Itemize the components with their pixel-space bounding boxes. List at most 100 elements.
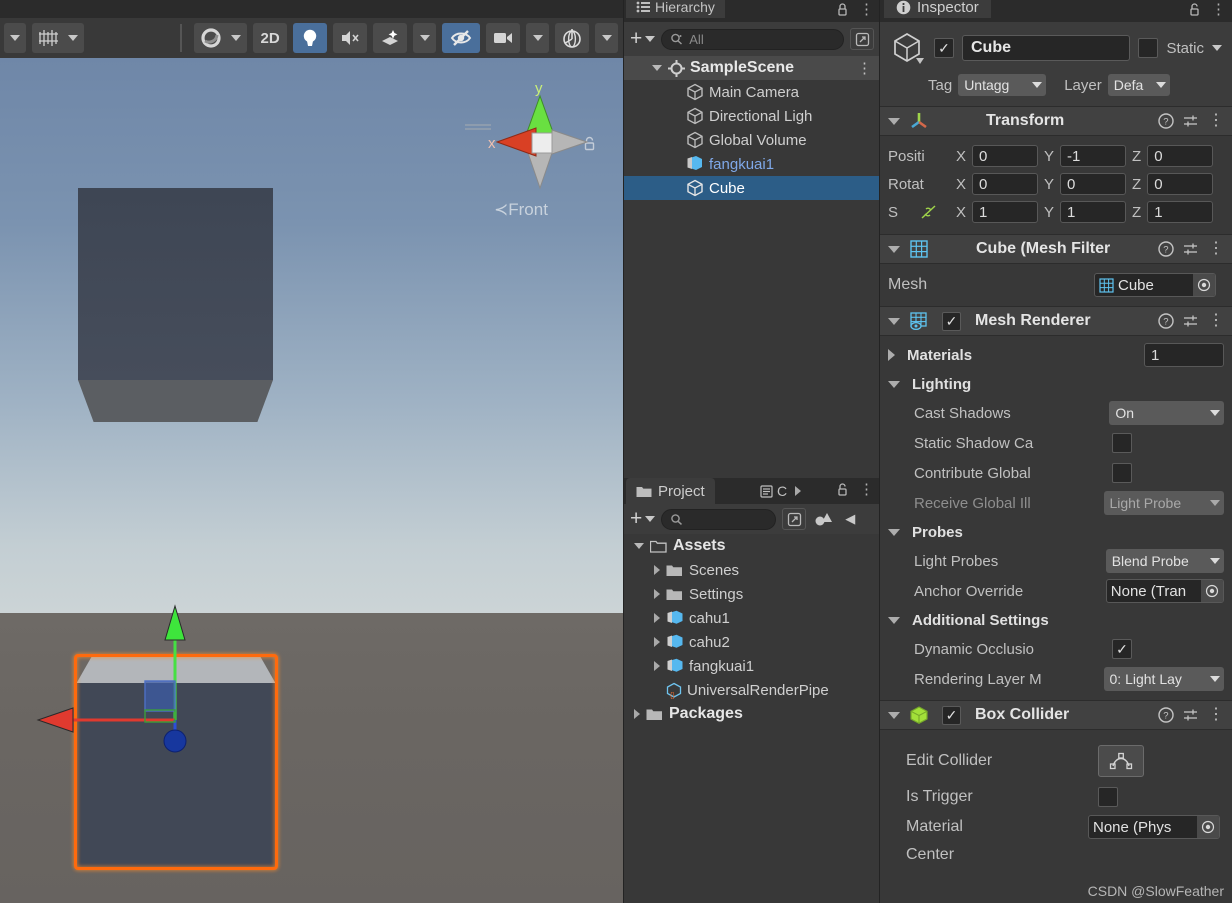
- scene-object-cube-selected[interactable]: [74, 654, 278, 870]
- project-item[interactable]: cahu2: [624, 630, 880, 654]
- hierarchy-item-prefab[interactable]: fangkuai1: [624, 152, 880, 176]
- scale-y-field[interactable]: 1: [1060, 201, 1127, 223]
- chevron-down-icon[interactable]: [888, 117, 900, 125]
- object-picker-icon[interactable]: [1197, 816, 1219, 838]
- constrain-proportions-icon[interactable]: [910, 204, 950, 220]
- static-checkbox[interactable]: ✓: [1138, 38, 1159, 58]
- component-header-mesh-filter[interactable]: Cube (Mesh Filter ? ⋮: [880, 234, 1232, 264]
- scene-object-fangkuai1[interactable]: [78, 188, 273, 422]
- scale-x-field[interactable]: 1: [972, 201, 1039, 223]
- position-x-field[interactable]: 0: [972, 145, 1039, 167]
- snap-increment-button[interactable]: [32, 23, 85, 53]
- preset-icon[interactable]: [1183, 241, 1199, 257]
- cast-shadows-dropdown[interactable]: On: [1109, 401, 1224, 425]
- chevron-right-icon[interactable]: [888, 349, 895, 361]
- hierarchy-open-window-button[interactable]: [850, 28, 874, 50]
- rotation-z-field[interactable]: 0: [1147, 173, 1214, 195]
- gizmos-button[interactable]: [555, 23, 590, 53]
- draw-mode-dropdown[interactable]: [194, 23, 248, 53]
- chevron-down-icon[interactable]: [652, 65, 662, 71]
- contribute-global-illumination-checkbox[interactable]: ✓: [1112, 463, 1132, 483]
- chevron-right-icon[interactable]: [795, 486, 802, 496]
- lock-icon[interactable]: [1188, 3, 1201, 16]
- chevron-right-icon[interactable]: [654, 589, 660, 599]
- project-open-window-button[interactable]: [782, 508, 807, 530]
- materials-count-field[interactable]: 1: [1144, 343, 1224, 367]
- mesh-object-field[interactable]: Cube: [1094, 273, 1216, 297]
- is-trigger-checkbox[interactable]: ✓: [1098, 787, 1118, 807]
- box-collider-enabled-checkbox[interactable]: ✓: [942, 705, 961, 725]
- tab-inspector[interactable]: Inspector: [884, 0, 991, 18]
- gameobject-name-field[interactable]: Cube: [962, 35, 1131, 61]
- chevron-right-icon[interactable]: [634, 709, 640, 719]
- chevron-down-icon[interactable]: [888, 616, 900, 624]
- edit-collider-button[interactable]: [1098, 745, 1144, 777]
- rendering-layer-mask-dropdown[interactable]: 0: Light Lay: [1103, 667, 1224, 691]
- tag-dropdown[interactable]: Untagg: [958, 74, 1047, 96]
- 2d-toggle-button[interactable]: 2D: [253, 23, 288, 53]
- project-item[interactable]: Scenes: [624, 558, 880, 582]
- kebab-menu-icon[interactable]: ⋮: [859, 482, 874, 497]
- tool-handle-dropdown[interactable]: [4, 23, 27, 53]
- object-picker-icon[interactable]: [1201, 580, 1223, 602]
- kebab-menu-icon[interactable]: ⋮: [1208, 113, 1224, 129]
- chevron-down-icon[interactable]: [634, 543, 644, 549]
- preset-icon[interactable]: [1183, 707, 1199, 723]
- project-collapse-button[interactable]: ◀: [842, 511, 858, 527]
- chevron-right-icon[interactable]: [654, 637, 660, 647]
- chevron-down-icon[interactable]: [1212, 45, 1222, 51]
- chevron-down-icon[interactable]: [888, 711, 900, 719]
- scene-lighting-toggle[interactable]: [293, 23, 328, 53]
- project-item[interactable]: Packages: [624, 702, 880, 726]
- help-icon[interactable]: ?: [1158, 313, 1174, 329]
- hierarchy-item[interactable]: Main Camera: [624, 80, 880, 104]
- chevron-down-icon[interactable]: [888, 528, 900, 536]
- chevron-down-icon[interactable]: [888, 245, 900, 253]
- project-item[interactable]: {} UniversalRenderPipe: [624, 678, 880, 702]
- scene-viewport[interactable]: y x ≺Front: [0, 58, 624, 903]
- kebab-menu-icon[interactable]: ⋮: [1208, 707, 1224, 723]
- scale-z-field[interactable]: 1: [1147, 201, 1214, 223]
- help-icon[interactable]: ?: [1158, 241, 1174, 257]
- component-header-transform[interactable]: Transform ? ⋮: [880, 106, 1232, 136]
- tab-project[interactable]: Project: [626, 478, 715, 504]
- project-item[interactable]: cahu1: [624, 606, 880, 630]
- gameobject-icon[interactable]: [890, 30, 926, 66]
- gizmos-dropdown[interactable]: [595, 23, 619, 53]
- gameobject-enabled-checkbox[interactable]: ✓: [934, 38, 954, 58]
- project-search-input[interactable]: [661, 508, 777, 530]
- project-item[interactable]: Assets: [624, 534, 880, 558]
- project-item[interactable]: fangkuai1: [624, 654, 880, 678]
- hierarchy-search-input[interactable]: All: [661, 28, 844, 50]
- kebab-menu-icon[interactable]: ⋮: [859, 2, 874, 17]
- mesh-renderer-enabled-checkbox[interactable]: ✓: [942, 311, 961, 331]
- chevron-down-icon[interactable]: [888, 380, 900, 388]
- hidden-objects-toggle[interactable]: [442, 23, 481, 53]
- layer-dropdown[interactable]: Defa: [1107, 74, 1170, 96]
- rotation-x-field[interactable]: 0: [972, 173, 1039, 195]
- collider-material-field[interactable]: None (Phys: [1088, 815, 1220, 839]
- position-y-field[interactable]: -1: [1060, 145, 1127, 167]
- kebab-menu-icon[interactable]: ⋮: [1211, 2, 1226, 17]
- kebab-menu-icon[interactable]: ⋮: [1208, 241, 1224, 257]
- fx-toggle[interactable]: [373, 23, 408, 53]
- chevron-down-icon[interactable]: [888, 317, 900, 325]
- hierarchy-add-button[interactable]: +: [630, 28, 656, 49]
- tab-hierarchy[interactable]: Hierarchy: [626, 0, 725, 18]
- lock-icon[interactable]: [836, 483, 849, 496]
- hierarchy-item-selected[interactable]: Cube: [624, 176, 880, 200]
- kebab-menu-icon[interactable]: ⋮: [857, 59, 872, 77]
- project-item[interactable]: Settings: [624, 582, 880, 606]
- scene-camera-button[interactable]: [486, 23, 521, 53]
- scene-audio-toggle[interactable]: [333, 23, 368, 53]
- kebab-menu-icon[interactable]: ⋮: [1208, 313, 1224, 329]
- component-header-box-collider[interactable]: ✓ Box Collider ? ⋮: [880, 700, 1232, 730]
- anchor-override-field[interactable]: None (Tran: [1105, 579, 1224, 603]
- object-picker-icon[interactable]: [1193, 274, 1215, 296]
- fx-dropdown[interactable]: [413, 23, 437, 53]
- tab-console[interactable]: C: [752, 478, 816, 504]
- chevron-right-icon[interactable]: [654, 661, 660, 671]
- static-shadow-caster-checkbox[interactable]: ✓: [1112, 433, 1132, 453]
- preset-icon[interactable]: [1183, 113, 1199, 129]
- component-header-mesh-renderer[interactable]: ✓ Mesh Renderer ? ⋮: [880, 306, 1232, 336]
